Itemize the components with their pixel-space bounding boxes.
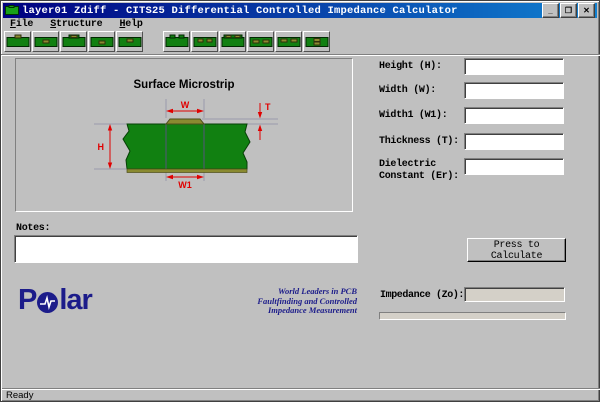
diff-coated-microstrip-icon [221, 34, 245, 49]
height-input[interactable] [464, 58, 564, 75]
toolbar-button-diff-embedded-microstrip[interactable] [191, 31, 218, 52]
height-label: Height (H): [379, 61, 467, 73]
surface-microstrip-icon [6, 34, 30, 49]
progress-bar [379, 312, 566, 320]
brand-tagline: World Leaders in PCB Faultfinding and Co… [161, 287, 357, 316]
polar-logo-rest: lar [59, 284, 91, 317]
menu-help[interactable]: Help [113, 19, 148, 30]
toolbar-button-diff-broadside-stripline[interactable] [303, 31, 330, 52]
app-window: layer01 Zdiff - CITS25 Differential Cont… [0, 0, 600, 402]
toolbar [4, 30, 596, 55]
title-bar: layer01 Zdiff - CITS25 Differential Cont… [3, 3, 597, 18]
notes-label: Notes: [16, 223, 50, 234]
window-title: layer01 Zdiff - CITS25 Differential Cont… [22, 5, 542, 17]
width1-input[interactable] [464, 107, 564, 124]
restore-button[interactable]: ❐ [560, 3, 577, 18]
stripline-icon [90, 34, 114, 49]
toolbar-button-diff-coated-microstrip[interactable] [219, 31, 246, 52]
toolbar-divider [1, 54, 600, 56]
dim-label-w1: W1 [178, 180, 192, 190]
diff-stripline-icon [249, 34, 273, 49]
dim-label-h: H [98, 142, 105, 152]
diff-broadside-stripline-icon [305, 34, 329, 49]
thickness-label: Thickness (T): [379, 136, 467, 148]
structure-diagram-panel: W T H W1 Surface Microstrip [15, 58, 353, 212]
toolbar-button-diff-surface-microstrip[interactable] [163, 31, 190, 52]
diff-surface-microstrip-icon [165, 34, 189, 49]
diff-embedded-microstrip-icon [193, 34, 217, 49]
offset-stripline-icon [118, 34, 142, 49]
toolbar-button-offset-stripline[interactable] [116, 31, 143, 52]
calculate-button[interactable]: Press to Calculate [467, 238, 566, 262]
minimize-button[interactable]: _ [542, 3, 559, 18]
toolbar-button-embedded-microstrip[interactable] [32, 31, 59, 52]
app-icon [5, 5, 19, 16]
tagline-line3: Impedance Measurement [161, 306, 357, 316]
notes-input[interactable] [14, 235, 358, 263]
dielectric-input[interactable] [464, 158, 564, 175]
calculate-button-line1: Press to [468, 240, 565, 251]
calculate-button-line2: Calculate [468, 251, 565, 262]
embedded-microstrip-icon [34, 34, 58, 49]
structure-title: Surface Microstrip [16, 79, 352, 91]
coated-microstrip-icon [62, 34, 86, 49]
toolbar-button-diff-offset-stripline[interactable] [275, 31, 302, 52]
width-input[interactable] [464, 82, 564, 99]
dim-label-t: T [265, 102, 271, 112]
dielectric-label: Dielectric Constant (Er): [379, 159, 467, 183]
polar-logo: P lar [18, 284, 92, 317]
width1-label: Width1 (W1): [379, 110, 467, 122]
dim-label-w: W [181, 100, 190, 110]
menu-file[interactable]: File [4, 19, 39, 30]
toolbar-button-surface-microstrip[interactable] [4, 31, 31, 52]
menu-structure[interactable]: Structure [44, 19, 108, 30]
toolbar-button-stripline[interactable] [88, 31, 115, 52]
status-bar: Ready [2, 390, 600, 402]
diff-offset-stripline-icon [277, 34, 301, 49]
impedance-result-field[interactable] [464, 287, 565, 302]
status-text: Ready [6, 390, 33, 401]
width-label: Width (W): [379, 85, 467, 97]
thickness-input[interactable] [464, 133, 564, 150]
toolbar-button-diff-stripline[interactable] [247, 31, 274, 52]
polar-logo-p: P [18, 284, 36, 317]
impedance-label: Impedance (Zo): [380, 290, 464, 301]
close-button[interactable]: ✕ [578, 3, 595, 18]
polar-logo-o-pulse-icon [37, 292, 58, 313]
toolbar-button-coated-microstrip[interactable] [60, 31, 87, 52]
